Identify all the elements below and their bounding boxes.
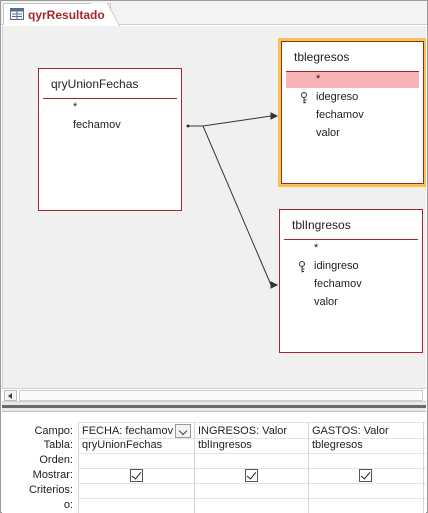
field-row[interactable]: fechamov xyxy=(284,277,418,293)
grid-campo-cell[interactable]: FECHA: fechamov xyxy=(82,425,173,437)
grid-tabla-cell[interactable]: tblIngresos xyxy=(198,439,252,451)
field-row[interactable]: valor xyxy=(284,295,418,311)
table-tblIngresos[interactable]: tblIngresos * idingreso fechamov valor xyxy=(279,209,423,353)
field-row[interactable]: fechamov xyxy=(43,118,177,134)
grid-campo-cell[interactable]: GASTOS: Valor xyxy=(312,425,389,437)
field-row[interactable]: * xyxy=(43,100,177,116)
field-row-selected[interactable]: * xyxy=(286,72,419,88)
chevron-down-icon[interactable] xyxy=(175,424,191,438)
mostrar-checkbox[interactable] xyxy=(245,469,258,482)
join-line-ingresos xyxy=(202,125,279,289)
pane-splitter[interactable] xyxy=(2,402,426,412)
table-title: qryUnionFechas xyxy=(51,77,139,91)
scroll-left-arrow-icon[interactable] xyxy=(4,390,17,401)
column-divider xyxy=(423,422,424,513)
field-row[interactable]: idingreso xyxy=(284,259,418,275)
mostrar-checkbox[interactable] xyxy=(130,469,143,482)
table-tblegresos[interactable]: tblegresos * idegreso fechamov valor xyxy=(278,38,426,187)
mostrar-checkbox[interactable] xyxy=(359,469,372,482)
query-design-grid: Campo: Tabla: Orden: Mostrar: Criterios:… xyxy=(2,413,426,513)
title-divider xyxy=(43,98,177,99)
field-row[interactable]: fechamov xyxy=(286,108,419,124)
join-line-egresos xyxy=(188,112,279,127)
scroll-thumb[interactable] xyxy=(19,390,423,401)
column-divider xyxy=(308,422,309,513)
column-divider xyxy=(194,422,195,513)
grid-line xyxy=(78,498,426,499)
field-row[interactable]: idegreso xyxy=(286,90,419,106)
row-label-criterios: Criterios: xyxy=(28,484,73,496)
table-title: tblegresos xyxy=(294,50,350,64)
grid-line xyxy=(78,422,426,423)
query-icon xyxy=(10,8,24,20)
join-anchor xyxy=(186,124,190,128)
field-row[interactable]: * xyxy=(284,241,418,257)
document-tab-strip: qyrResultado xyxy=(1,1,427,25)
table-title: tblIngresos xyxy=(292,218,351,232)
primary-key-icon xyxy=(299,261,305,273)
title-divider xyxy=(284,239,418,240)
row-label-tabla: Tabla: xyxy=(43,439,73,451)
tab-label: qyrResultado xyxy=(28,8,105,22)
grid-campo-cell[interactable]: INGRESOS: Valor xyxy=(198,425,287,437)
horizontal-scrollbar[interactable] xyxy=(2,388,426,402)
primary-key-icon xyxy=(301,92,307,104)
grid-tabla-cell[interactable]: qryUnionFechas xyxy=(82,439,162,451)
row-label-o: o: xyxy=(63,499,73,511)
table-pane[interactable]: qryUnionFechas * fechamov tblegresos * i… xyxy=(2,26,426,388)
column-divider xyxy=(78,422,79,513)
field-row[interactable]: valor xyxy=(286,126,419,142)
row-label-orden: Orden: xyxy=(39,454,73,466)
tab-qyrResultado[interactable]: qyrResultado xyxy=(3,3,111,25)
row-label-mostrar: Mostrar: xyxy=(32,469,73,481)
grid-line xyxy=(78,483,426,484)
row-label-campo: Campo: xyxy=(34,425,73,437)
table-qryUnionFechas[interactable]: qryUnionFechas * fechamov xyxy=(38,68,182,211)
query-design-window: qyrResultado qryUnionFechas * fechamov t… xyxy=(0,0,428,513)
grid-tabla-cell[interactable]: tblegresos xyxy=(312,439,363,451)
grid-line xyxy=(78,453,426,454)
